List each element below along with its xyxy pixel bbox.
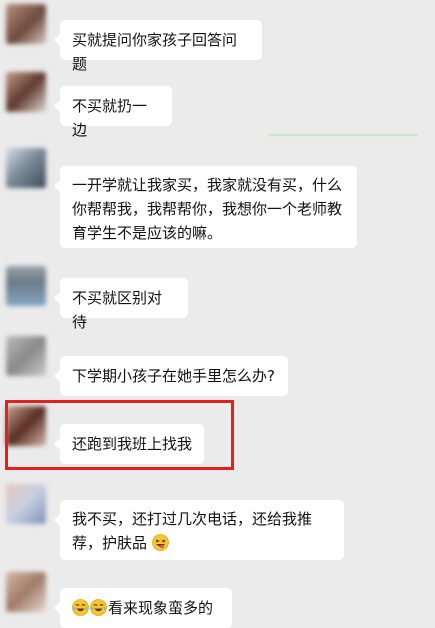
message-bubble[interactable]: 不买就扔一边 — [54, 86, 172, 139]
message-text: 一开学就让我家买，我家就没有买，什么你帮帮我，我帮帮你，我想你一个老师教育学生不… — [72, 176, 343, 242]
message-text: 不买就扔一边 — [72, 97, 148, 139]
tears-of-joy-emoji-icon — [90, 599, 107, 616]
avatar[interactable] — [6, 72, 46, 112]
avatar[interactable] — [6, 266, 46, 306]
avatar[interactable] — [6, 484, 46, 524]
highlight-frame — [5, 400, 234, 470]
message-text: 下学期小孩子在她手里怎么办? — [72, 367, 275, 385]
chat-conversation: 买就提问你家孩子回答问题 不买就扔一边 一开学就让我家买，我家就没有买，什么你帮… — [0, 0, 435, 628]
avatar[interactable] — [6, 572, 46, 612]
avatar[interactable] — [6, 4, 46, 44]
message-bubble[interactable]: 我不买，还打过几次电话，还给我推荐，护肤品 — [54, 500, 344, 560]
avatar[interactable] — [6, 148, 46, 188]
grinning-squinting-tongue-emoji-icon — [151, 534, 169, 551]
message-bubble[interactable]: 看来现象蛮多的 — [54, 588, 232, 628]
message-bubble[interactable]: 不买就区别对待 — [54, 278, 188, 331]
message-bubble[interactable]: 下学期小孩子在她手里怎么办? — [54, 356, 288, 396]
tears-of-joy-emoji-icon — [72, 599, 89, 616]
message-bubble[interactable]: 一开学就让我家买，我家就没有买，什么你帮帮我，我帮帮你，我想你一个老师教育学生不… — [54, 166, 357, 248]
message-text: 看来现象蛮多的 — [108, 599, 214, 617]
message-text: 不买就区别对待 — [72, 289, 163, 331]
timestamp-divider — [268, 134, 418, 136]
message-text: 我不买，还打过几次电话，还给我推荐，护肤品 — [72, 510, 313, 552]
message-bubble[interactable]: 买就提问你家孩子回答问题 — [54, 20, 262, 73]
avatar[interactable] — [6, 336, 46, 376]
message-text: 买就提问你家孩子回答问题 — [72, 31, 238, 73]
